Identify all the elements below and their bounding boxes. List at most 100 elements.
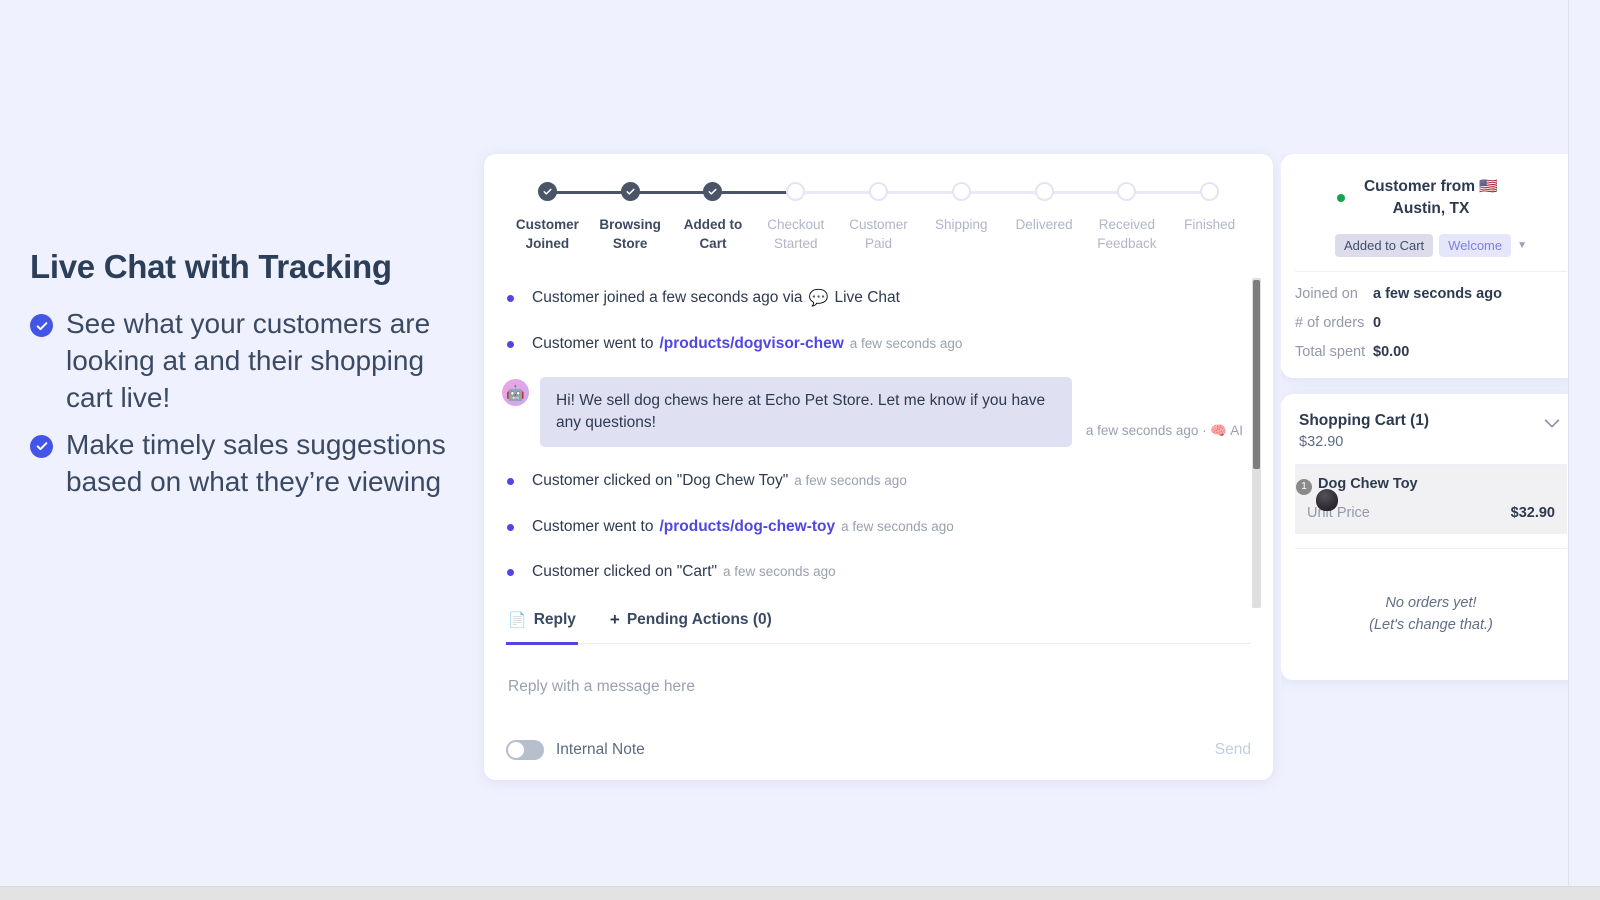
list-item: Customer joined a few seconds ago via 💬 … (502, 286, 1243, 310)
check-circle-icon (30, 434, 53, 458)
event-label: Customer clicked on "Cart" (532, 562, 718, 580)
no-orders-line2: (Let's change that.) (1369, 616, 1493, 633)
feed-scrollbar-thumb[interactable] (1253, 280, 1260, 469)
stepper-steps: Customer Joined Browsing Store Added to … (506, 182, 1251, 253)
internal-note-toggle-group[interactable]: Internal Note (506, 740, 645, 760)
detail-key: # of orders (1295, 314, 1365, 331)
stepper-connector (630, 191, 713, 194)
empty-circle-icon (786, 182, 806, 201)
internal-note-toggle[interactable] (506, 740, 544, 760)
plus-icon: + (609, 610, 620, 629)
cart-item-header: 1 Dog Chew Toy (1296, 475, 1555, 495)
stepper-connector (961, 191, 1045, 194)
bullet-dot-icon (507, 478, 514, 486)
activity-feed-wrapper: Customer joined a few seconds ago via 💬 … (484, 270, 1273, 608)
detail-key: Joined on (1295, 285, 1358, 302)
journey-stepper: Customer Joined Browsing Store Added to … (484, 154, 1273, 264)
reply-input[interactable]: Reply with a message here (506, 644, 1251, 740)
list-item: Customer went to /products/dogvisor-chew… (502, 332, 1243, 355)
tab-pending-actions[interactable]: + Pending Actions (0) (608, 604, 774, 645)
stepper-label: Customer Paid (849, 217, 908, 252)
stepper-label: Finished (1184, 217, 1236, 232)
stepper-step-customer-joined[interactable]: Customer Joined (506, 182, 631, 253)
cart-item[interactable]: 1 Dog Chew Toy Unit Price $32.90 (1295, 464, 1567, 534)
speech-bubble-icon: 💬 (808, 290, 829, 307)
stepper-label: Browsing Store (599, 217, 661, 252)
marketing-column: Live Chat with Tracking See what your cu… (30, 248, 470, 511)
unit-price-value: $32.90 (1510, 504, 1555, 521)
check-circle-icon (30, 314, 53, 337)
cart-header[interactable]: Shopping Cart (1) $32.90 (1281, 394, 1569, 464)
document-icon: 📄 (508, 612, 527, 629)
no-orders-line1: No orders yet! (1385, 594, 1477, 611)
feed-event-text: Customer clicked on "Cart" a few seconds… (532, 560, 836, 583)
quantity-badge: 1 (1296, 478, 1312, 495)
event-url-link[interactable]: /products/dog-chew-toy (659, 515, 835, 538)
cart-title: Shopping Cart (1) (1299, 411, 1430, 429)
page-root: Live Chat with Tracking See what your cu… (0, 0, 1600, 900)
message-bubble: Hi! We sell dog chews here at Echo Pet S… (540, 377, 1072, 448)
chevron-down-icon[interactable]: ▼ (1517, 240, 1527, 251)
empty-circle-icon (1034, 182, 1054, 201)
customer-title-prefix: Customer from (1363, 178, 1476, 195)
customer-info-card: Customer from 🇺🇸 Austin, TX Added to Car… (1281, 154, 1569, 378)
event-url-link[interactable]: /products/dogvisor-chew (659, 332, 843, 355)
event-label: Customer clicked on "Dog Chew Toy" (532, 472, 789, 490)
detail-value: $0.00 (1373, 343, 1410, 360)
check-icon (537, 182, 557, 201)
stepper-label: Shipping (935, 217, 988, 232)
empty-circle-icon (951, 182, 971, 201)
event-label: Customer joined a few seconds ago via (532, 289, 803, 306)
bot-avatar-icon: 🤖 (502, 379, 529, 407)
list-item: Make timely sales suggestions based on w… (30, 427, 470, 501)
stepper-connector (712, 191, 796, 194)
bullet-dot-icon (507, 568, 514, 576)
feed-event-text: Customer went to /products/dog-chew-toy … (532, 515, 954, 538)
stepper-label: Received Feedback (1097, 217, 1157, 252)
status-badge-added-to-cart[interactable]: Added to Cart (1334, 233, 1434, 257)
check-icon (703, 182, 723, 201)
event-timestamp: a few seconds ago (849, 336, 963, 351)
empty-circle-icon (869, 182, 889, 201)
feed-scrollbar[interactable] (1252, 278, 1261, 608)
chevron-down-icon[interactable] (1541, 412, 1563, 434)
bullet-text: Make timely sales suggestions based on w… (66, 428, 446, 497)
send-button[interactable]: Send (1215, 741, 1251, 759)
list-item: Customer clicked on "Dog Chew Toy" a few… (502, 469, 1243, 492)
feed-event-text: Customer clicked on "Dog Chew Toy" a few… (532, 469, 907, 492)
cart-item-name: Dog Chew Toy (1318, 475, 1418, 492)
online-status-dot (1337, 194, 1345, 202)
stepper-connector (1126, 191, 1210, 194)
viewport-edge-divider (1568, 0, 1569, 886)
unit-price-label: Unit Price (1307, 504, 1370, 521)
event-label: Customer went to (532, 335, 654, 352)
detail-value: a few seconds ago (1373, 285, 1502, 302)
composer-tabs: 📄 Reply + Pending Actions (0) (506, 604, 1251, 645)
list-item: Customer clicked on "Cart" a few seconds… (502, 560, 1243, 583)
list-item: See what your customers are looking at a… (30, 306, 470, 417)
table-row: Total spent $0.00 (1295, 344, 1567, 360)
status-badge-welcome[interactable]: Welcome (1439, 233, 1512, 257)
right-sidebar: Customer from 🇺🇸 Austin, TX Added to Car… (1281, 154, 1569, 774)
toggle-knob (508, 742, 524, 758)
flag-icon: 🇺🇸 (1479, 178, 1499, 195)
customer-title: Customer from 🇺🇸 Austin, TX (1295, 176, 1567, 221)
tab-reply[interactable]: 📄 Reply (506, 604, 578, 645)
right-sidebar-inner: Customer from 🇺🇸 Austin, TX Added to Car… (1281, 154, 1569, 681)
browser-bottom-band (0, 886, 1600, 900)
feed-event-text: Customer went to /products/dogvisor-chew… (532, 332, 962, 355)
stepper-label: Customer Joined (515, 217, 579, 252)
event-channel: Live Chat (834, 289, 900, 306)
conversation-card: Customer Joined Browsing Store Added to … (484, 154, 1273, 780)
bullet-dot-icon (507, 523, 514, 531)
tab-label: Pending Actions (0) (626, 611, 772, 628)
bullet-dot-icon (507, 295, 514, 302)
customer-location: Austin, TX (1392, 200, 1470, 218)
activity-feed: Customer joined a few seconds ago via 💬 … (484, 270, 1273, 604)
table-row: Joined on a few seconds ago (1295, 286, 1567, 302)
stepper-connector (878, 191, 962, 194)
feed-event-text: Customer joined a few seconds ago via 💬 … (532, 286, 900, 310)
stepper-label: Checkout Started (767, 217, 825, 252)
stepper-connector (795, 191, 879, 194)
empty-circle-icon (1200, 182, 1220, 201)
